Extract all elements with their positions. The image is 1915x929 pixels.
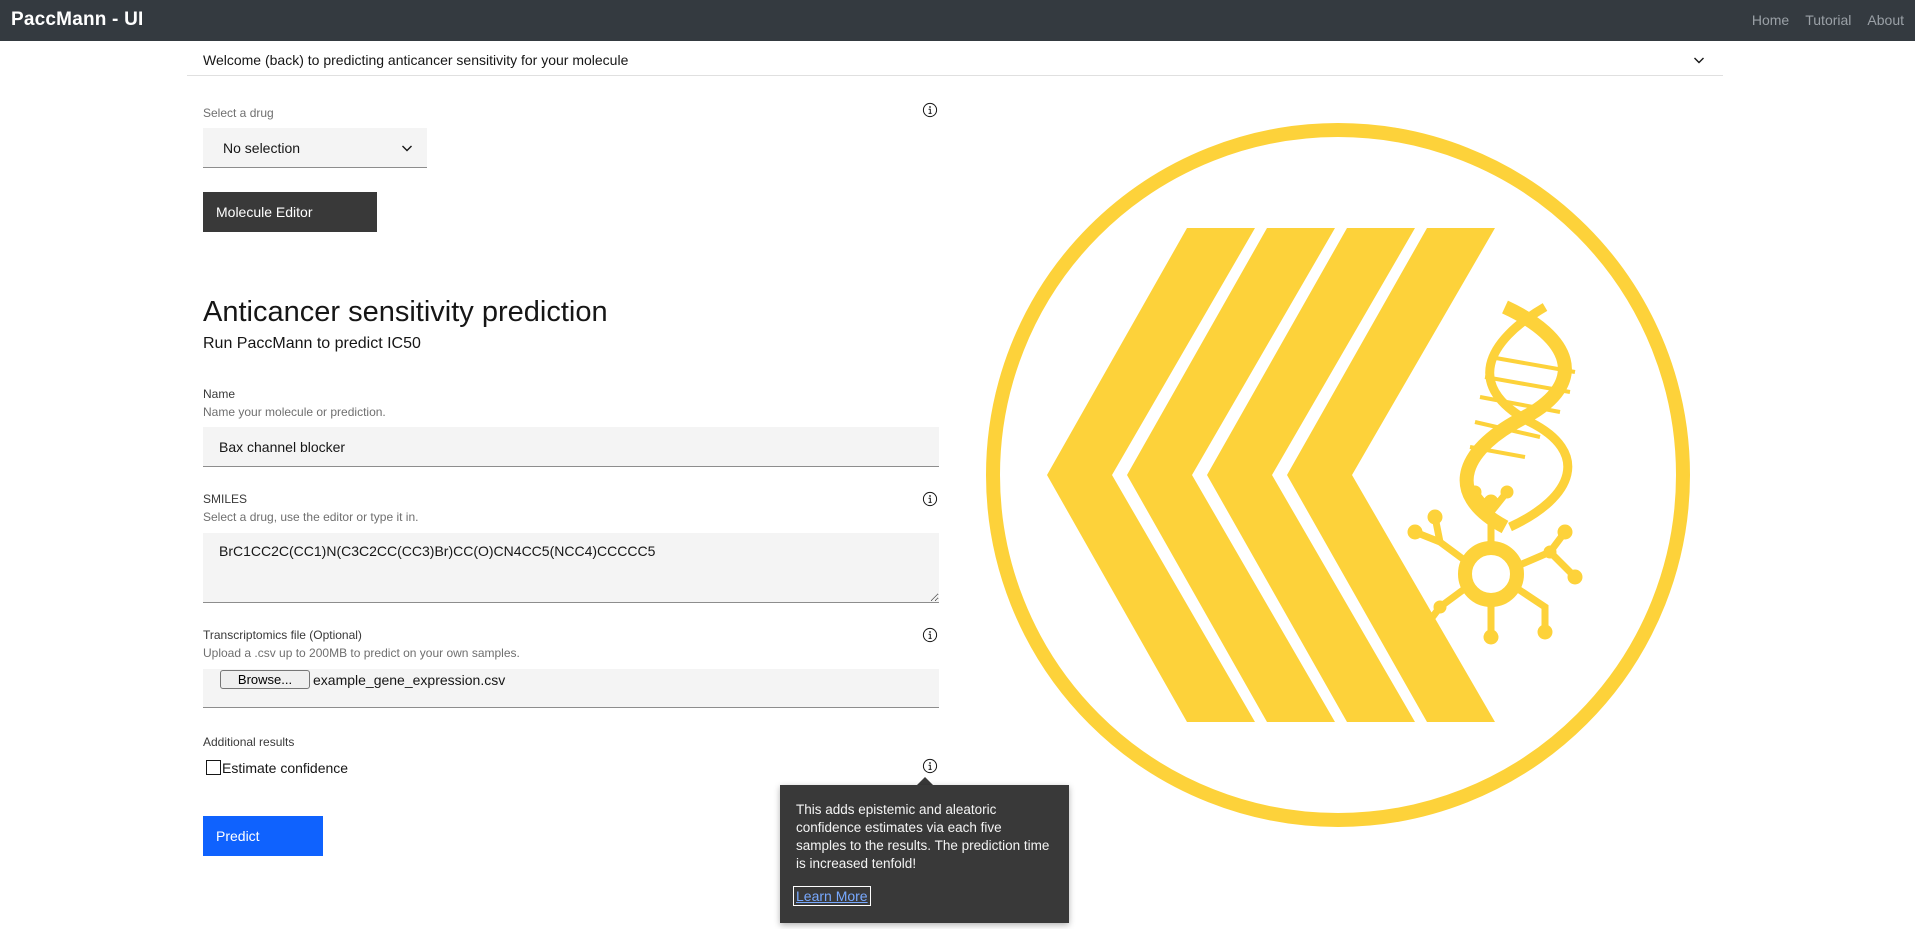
nav-about-link[interactable]: About: [1867, 12, 1904, 28]
name-field-label: Name: [203, 387, 236, 401]
info-icon[interactable]: [922, 758, 938, 774]
page-title: Anticancer sensitivity prediction: [203, 296, 608, 328]
estimate-confidence-label[interactable]: Estimate confidence: [222, 760, 348, 776]
name-input[interactable]: [203, 427, 939, 467]
drug-select[interactable]: No selection: [203, 128, 427, 168]
info-icon[interactable]: [922, 491, 938, 507]
accordion-title: Welcome (back) to predicting anticancer …: [203, 52, 629, 68]
chevron-down-icon: [402, 145, 412, 152]
page-subtitle: Run PaccMann to predict IC50: [203, 335, 421, 352]
nav-tutorial-link[interactable]: Tutorial: [1805, 12, 1851, 28]
paccmann-logo: [986, 123, 1690, 827]
drug-select-value: No selection: [223, 140, 301, 156]
smiles-textarea[interactable]: BrC1CC2C(CC1)N(C3C2CC(CC3)Br)CC(O)CN4CC5…: [203, 533, 939, 603]
smiles-field-helper: Select a drug, use the editor or type it…: [203, 510, 419, 524]
browse-button[interactable]: Browse...: [220, 670, 310, 689]
chevron-icon: [1047, 228, 1495, 722]
molecule-editor-button[interactable]: Molecule Editor: [203, 192, 377, 232]
file-name: example_gene_expression.csv: [313, 672, 506, 688]
brand-title[interactable]: PaccMann - UI: [11, 9, 143, 31]
drug-select-label: Select a drug: [203, 106, 274, 120]
transcriptomics-field-helper: Upload a .csv up to 200MB to predict on …: [203, 646, 520, 660]
dna-icon: [1459, 300, 1576, 534]
nav-home-link[interactable]: Home: [1752, 12, 1789, 28]
transcriptomics-field-label: Transcriptomics file (Optional): [203, 628, 362, 642]
predict-button[interactable]: Predict: [203, 816, 323, 856]
learn-more-link[interactable]: Learn More: [793, 886, 871, 906]
welcome-accordion[interactable]: Welcome (back) to predicting anticancer …: [187, 47, 1723, 76]
info-icon[interactable]: [922, 102, 938, 118]
additional-results-label: Additional results: [203, 735, 295, 749]
nav-links: Home Tutorial About: [1752, 12, 1904, 28]
info-icon[interactable]: [922, 627, 938, 643]
file-upload: Browse... example_gene_expression.csv: [203, 669, 939, 708]
molecule-icon: [1407, 485, 1583, 645]
name-field-helper: Name your molecule or prediction.: [203, 405, 386, 419]
chevron-down-icon[interactable]: [1691, 52, 1707, 68]
tooltip-caret: [917, 777, 933, 785]
estimate-confidence-checkbox[interactable]: [206, 760, 221, 775]
smiles-field-label: SMILES: [203, 492, 248, 506]
top-navbar: PaccMann - UI Home Tutorial About: [0, 0, 1915, 41]
